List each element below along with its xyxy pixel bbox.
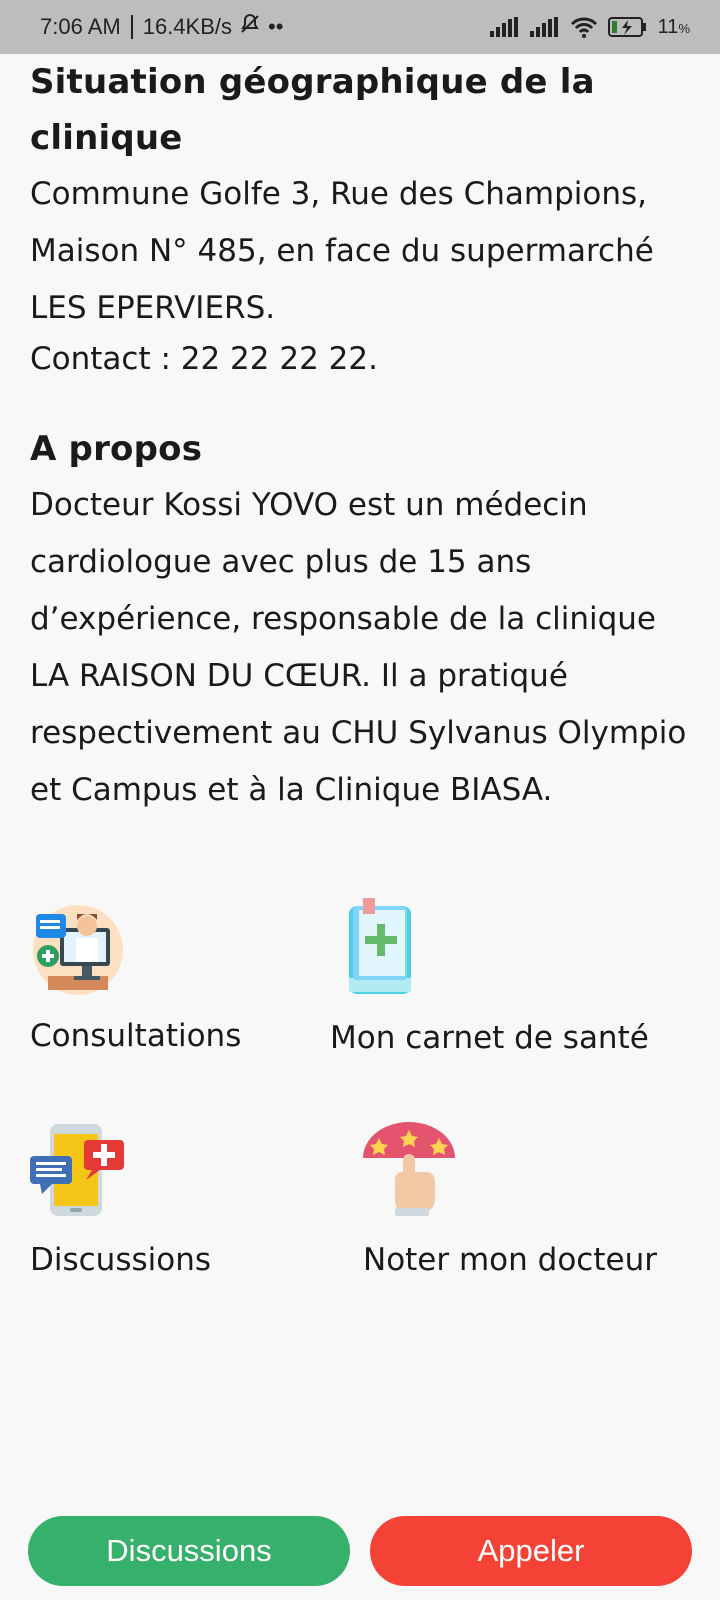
feature-label-discussions: Discussions [30,1242,212,1278]
about-text: Docteur Kossi YOVO est un médecin cardio… [30,487,687,808]
more-dots-icon: •• [268,14,284,39]
rating-hand-icon [363,1122,455,1216]
feature-health-book[interactable]: Mon carnet de santé [330,898,649,1056]
network-speed: 16.4KB/s [142,14,232,39]
contact-text: Contact : 22 22 22 22. [30,341,378,377]
status-separator [130,15,133,39]
about-title: A propos [30,429,203,469]
feature-label-rate-doctor: Noter mon docteur [363,1242,657,1278]
mute-icon [238,12,262,42]
feature-rate-doctor[interactable]: Noter mon docteur [363,1120,657,1278]
discussions-button[interactable]: Discussions [28,1516,350,1586]
feature-consultations[interactable]: Consultations [30,898,241,1054]
chat-phone-icon [30,1124,124,1216]
battery-icon [607,16,648,38]
main-content: Situation géographique de la clinique Co… [30,54,690,819]
bottom-action-bar: Discussions Appeler [28,1516,692,1586]
status-left: 7:06 AM 16.4KB/s •• [40,12,283,42]
call-button[interactable]: Appeler [370,1516,692,1586]
status-right: 11% [489,15,690,39]
feature-label-consultations: Consultations [30,1018,242,1054]
doctor-consultation-icon [33,905,123,995]
status-time: 7:06 AM [40,14,121,39]
signal-icon [489,17,520,37]
battery-value: 11 [657,15,679,38]
signal-icon-2 [529,17,560,37]
feature-label-health-book: Mon carnet de santé [330,1020,649,1056]
wifi-icon [570,16,598,38]
status-bar: 7:06 AM 16.4KB/s •• 11% [0,0,720,54]
location-text: Commune Golfe 3, Rue des Champions, Mais… [30,176,654,326]
health-book-icon [349,898,411,994]
location-title: Situation géographique de la clinique [30,62,595,158]
battery-level: 11% [657,15,690,38]
feature-discussions[interactable]: Discussions [30,1120,211,1278]
